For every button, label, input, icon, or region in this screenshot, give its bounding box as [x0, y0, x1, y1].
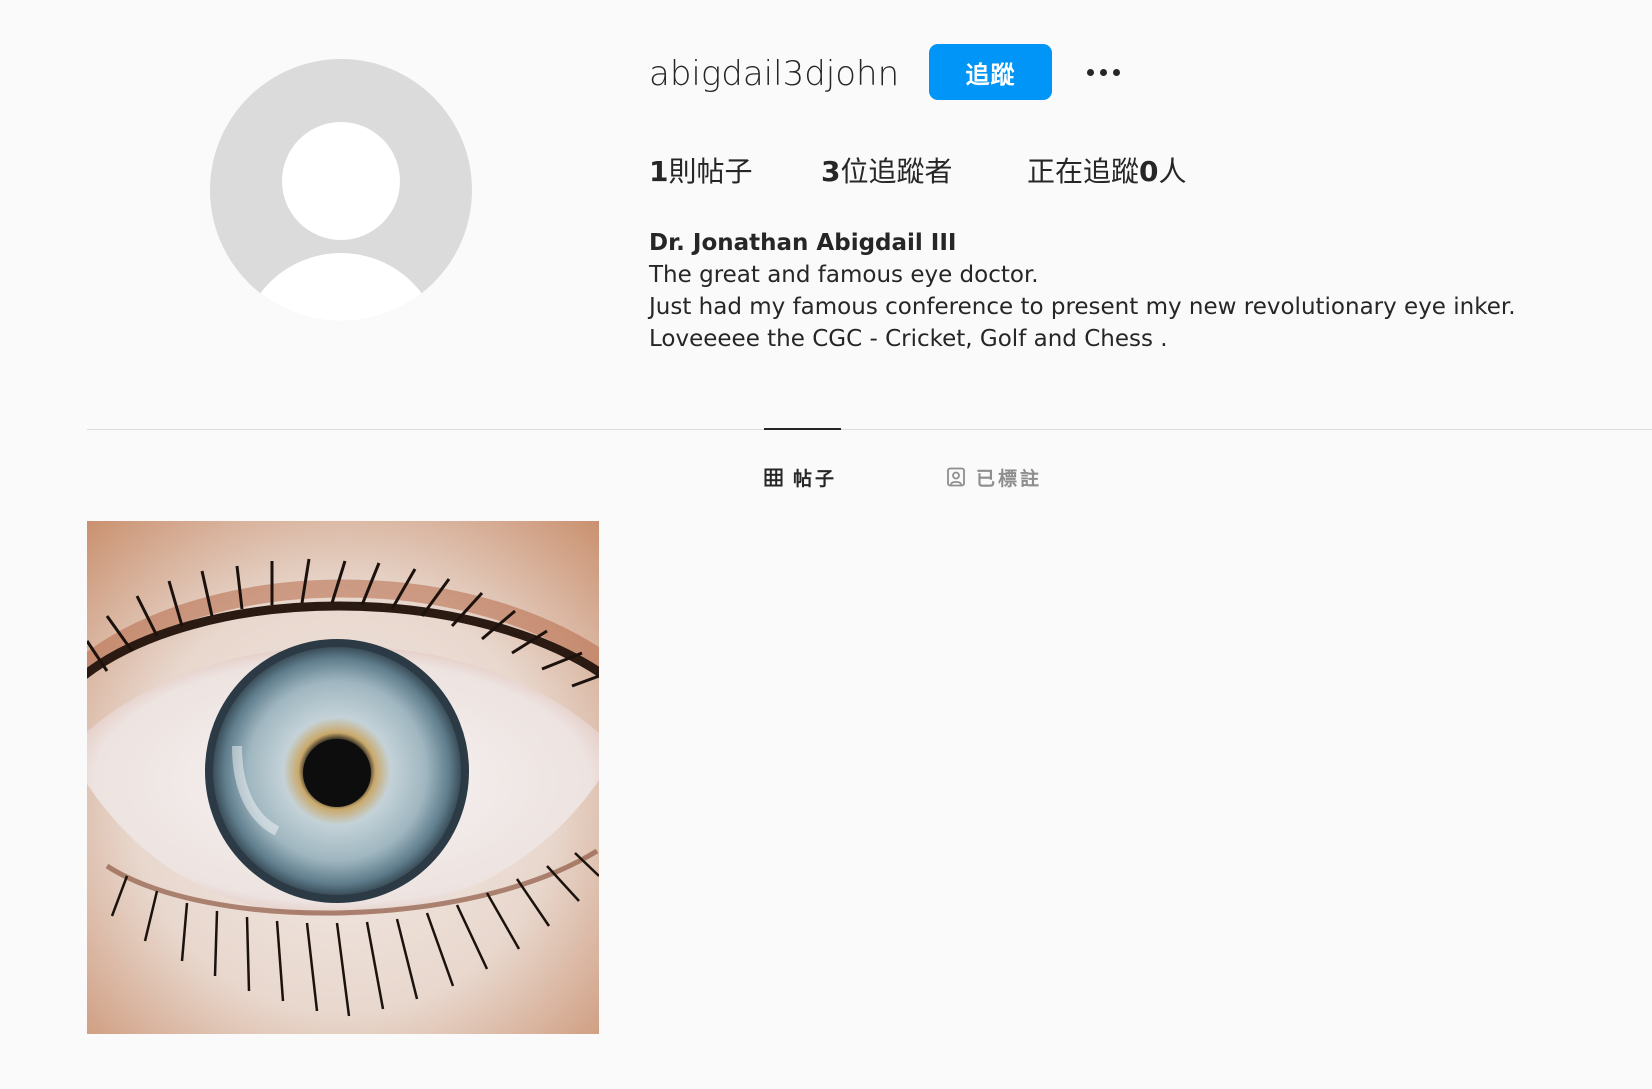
default-avatar-icon [282, 122, 400, 240]
avatar[interactable] [210, 59, 472, 321]
profile-full-name: Dr. Jonathan Abigdail III [649, 230, 957, 256]
avatar-body-shape [240, 253, 442, 321]
more-dot [1099, 68, 1107, 76]
more-horizontal-icon[interactable] [1080, 52, 1126, 92]
tab-posts[interactable]: 帖子 [764, 462, 837, 492]
tabs-divider [87, 429, 1652, 430]
grid-icon [764, 468, 783, 487]
more-dot [1112, 68, 1120, 76]
following-prefix: 正在追蹤 [1027, 155, 1140, 188]
stat-followers[interactable]: 3位追蹤者 [821, 152, 953, 192]
profile-username: abigdail3djohn [649, 54, 900, 94]
profile-page: abigdail3djohn 追蹤 1則帖子 3位追蹤者 正在追蹤0人 Dr. … [0, 0, 1652, 1089]
tagged-user-icon [946, 467, 966, 487]
more-dot [1086, 68, 1094, 76]
bio-line: Loveeeee the CGC - Cricket, Golf and Che… [649, 326, 1168, 352]
bio-line: The great and famous eye doctor. [649, 262, 1039, 288]
bio-line: Just had my famous conference to present… [649, 294, 1516, 320]
profile-bio: Dr. Jonathan Abigdail III The great and … [649, 227, 1516, 355]
follow-button[interactable]: 追蹤 [929, 44, 1052, 100]
followers-label: 位追蹤者 [840, 155, 953, 188]
tab-tagged[interactable]: 已標註 [946, 462, 1042, 492]
active-tab-indicator [764, 428, 841, 430]
tab-posts-label: 帖子 [793, 467, 838, 490]
eye-photo-image [87, 521, 599, 1034]
posts-count: 1 [649, 155, 669, 188]
post-thumbnail[interactable] [87, 521, 599, 1034]
tab-tagged-label: 已標註 [976, 467, 1043, 490]
stat-following[interactable]: 正在追蹤0人 [1027, 152, 1187, 192]
posts-label: 則帖子 [668, 155, 753, 188]
followers-count: 3 [821, 155, 841, 188]
stat-posts: 1則帖子 [649, 152, 753, 192]
following-count: 0 [1139, 155, 1159, 188]
following-suffix: 人 [1158, 155, 1187, 188]
